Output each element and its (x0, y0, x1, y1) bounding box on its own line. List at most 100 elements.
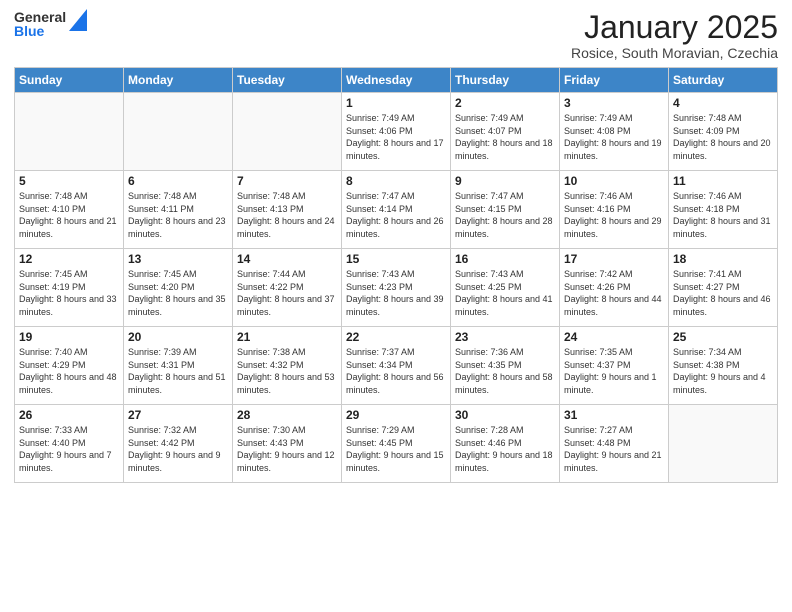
month-title: January 2025 (571, 10, 778, 45)
day-number: 30 (455, 408, 555, 422)
calendar-cell: 12 Sunrise: 7:45 AM Sunset: 4:19 PM Dayli… (15, 249, 124, 327)
day-info: Sunrise: 7:30 AM Sunset: 4:43 PM Dayligh… (237, 424, 337, 474)
calendar-cell: 11Sunrise: 7:46 AM Sunset: 4:18 PM Dayli… (669, 171, 778, 249)
day-number: 7 (237, 174, 337, 188)
day-info: Sunrise: 7:48 AM Sunset: 4:10 PM Dayligh… (19, 190, 119, 240)
calendar-cell: 5 Sunrise: 7:48 AM Sunset: 4:10 PM Daylig… (15, 171, 124, 249)
day-info: Sunrise: 7:36 AM Sunset: 4:35 PM Dayligh… (455, 346, 555, 396)
header: General Blue January 2025 Rosice, South … (14, 10, 778, 61)
calendar-week-row: 12 Sunrise: 7:45 AM Sunset: 4:19 PM Dayli… (15, 249, 778, 327)
calendar-cell: 29 Sunrise: 7:29 AM Sunset: 4:45 PM Dayli… (342, 405, 451, 483)
calendar-table: Sunday Monday Tuesday Wednesday Thursday… (14, 67, 778, 483)
col-thursday: Thursday (451, 68, 560, 93)
col-friday: Friday (560, 68, 669, 93)
calendar-cell (124, 93, 233, 171)
calendar-cell: 8Sunrise: 7:47 AM Sunset: 4:14 PM Daylig… (342, 171, 451, 249)
col-sunday: Sunday (15, 68, 124, 93)
calendar-cell: 23 Sunrise: 7:36 AM Sunset: 4:35 PM Dayli… (451, 327, 560, 405)
day-number: 24 (564, 330, 664, 344)
day-info: Sunrise: 7:49 AM Sunset: 4:07 PM Dayligh… (455, 112, 555, 162)
day-info: Sunrise: 7:40 AM Sunset: 4:29 PM Dayligh… (19, 346, 119, 396)
calendar-cell: 6Sunrise: 7:48 AM Sunset: 4:11 PM Daylig… (124, 171, 233, 249)
title-block: January 2025 Rosice, South Moravian, Cze… (571, 10, 778, 61)
day-number: 17 (564, 252, 664, 266)
calendar-week-row: 19 Sunrise: 7:40 AM Sunset: 4:29 PM Dayli… (15, 327, 778, 405)
day-info: Sunrise: 7:27 AM Sunset: 4:48 PM Dayligh… (564, 424, 664, 474)
day-number: 27 (128, 408, 228, 422)
page-container: General Blue January 2025 Rosice, South … (0, 0, 792, 489)
day-number: 1 (346, 96, 446, 110)
calendar-cell: 21 Sunrise: 7:38 AM Sunset: 4:32 PM Dayli… (233, 327, 342, 405)
calendar-cell: 14Sunrise: 7:44 AM Sunset: 4:22 PM Dayli… (233, 249, 342, 327)
day-number: 4 (673, 96, 773, 110)
col-saturday: Saturday (669, 68, 778, 93)
calendar-cell: 1 Sunrise: 7:49 AM Sunset: 4:06 PM Daylig… (342, 93, 451, 171)
day-info: Sunrise: 7:48 AM Sunset: 4:13 PM Dayligh… (237, 190, 337, 240)
calendar-cell: 15 Sunrise: 7:43 AM Sunset: 4:23 PM Dayli… (342, 249, 451, 327)
day-info: Sunrise: 7:33 AM Sunset: 4:40 PM Dayligh… (19, 424, 119, 474)
day-number: 19 (19, 330, 119, 344)
day-info: Sunrise: 7:32 AM Sunset: 4:42 PM Dayligh… (128, 424, 228, 474)
day-info: Sunrise: 7:42 AM Sunset: 4:26 PM Dayligh… (564, 268, 664, 318)
day-number: 16 (455, 252, 555, 266)
day-info: Sunrise: 7:45 AM Sunset: 4:20 PM Dayligh… (128, 268, 228, 318)
day-number: 11 (673, 174, 773, 188)
day-number: 29 (346, 408, 446, 422)
day-number: 21 (237, 330, 337, 344)
logo-blue: Blue (14, 24, 66, 38)
calendar-cell: 9 Sunrise: 7:47 AM Sunset: 4:15 PM Daylig… (451, 171, 560, 249)
day-info: Sunrise: 7:47 AM Sunset: 4:15 PM Dayligh… (455, 190, 555, 240)
logo-general: General (14, 10, 66, 24)
day-number: 2 (455, 96, 555, 110)
calendar-cell: 3Sunrise: 7:49 AM Sunset: 4:08 PM Daylig… (560, 93, 669, 171)
calendar-cell: 16 Sunrise: 7:43 AM Sunset: 4:25 PM Dayli… (451, 249, 560, 327)
day-info: Sunrise: 7:45 AM Sunset: 4:19 PM Dayligh… (19, 268, 119, 318)
day-info: Sunrise: 7:38 AM Sunset: 4:32 PM Dayligh… (237, 346, 337, 396)
calendar-week-row: 5 Sunrise: 7:48 AM Sunset: 4:10 PM Daylig… (15, 171, 778, 249)
calendar-cell: 22Sunrise: 7:37 AM Sunset: 4:34 PM Dayli… (342, 327, 451, 405)
day-info: Sunrise: 7:29 AM Sunset: 4:45 PM Dayligh… (346, 424, 446, 474)
calendar-cell: 30 Sunrise: 7:28 AM Sunset: 4:46 PM Dayli… (451, 405, 560, 483)
calendar-cell: 7 Sunrise: 7:48 AM Sunset: 4:13 PM Daylig… (233, 171, 342, 249)
location: Rosice, South Moravian, Czechia (571, 45, 778, 61)
calendar-cell (233, 93, 342, 171)
day-info: Sunrise: 7:49 AM Sunset: 4:06 PM Dayligh… (346, 112, 446, 162)
day-info: Sunrise: 7:49 AM Sunset: 4:08 PM Dayligh… (564, 112, 664, 162)
day-number: 23 (455, 330, 555, 344)
day-number: 26 (19, 408, 119, 422)
calendar-cell: 20 Sunrise: 7:39 AM Sunset: 4:31 PM Dayli… (124, 327, 233, 405)
calendar-cell (669, 405, 778, 483)
day-number: 13 (128, 252, 228, 266)
day-info: Sunrise: 7:46 AM Sunset: 4:16 PM Dayligh… (564, 190, 664, 240)
calendar-cell: 26 Sunrise: 7:33 AM Sunset: 4:40 PM Dayli… (15, 405, 124, 483)
calendar-header-row: Sunday Monday Tuesday Wednesday Thursday… (15, 68, 778, 93)
day-number: 9 (455, 174, 555, 188)
day-number: 28 (237, 408, 337, 422)
day-number: 12 (19, 252, 119, 266)
day-info: Sunrise: 7:43 AM Sunset: 4:25 PM Dayligh… (455, 268, 555, 318)
day-number: 20 (128, 330, 228, 344)
day-number: 15 (346, 252, 446, 266)
day-info: Sunrise: 7:47 AM Sunset: 4:14 PM Dayligh… (346, 190, 446, 240)
day-info: Sunrise: 7:39 AM Sunset: 4:31 PM Dayligh… (128, 346, 228, 396)
calendar-cell: 18Sunrise: 7:41 AM Sunset: 4:27 PM Dayli… (669, 249, 778, 327)
calendar-cell: 10 Sunrise: 7:46 AM Sunset: 4:16 PM Dayli… (560, 171, 669, 249)
calendar-cell: 31Sunrise: 7:27 AM Sunset: 4:48 PM Dayli… (560, 405, 669, 483)
day-number: 10 (564, 174, 664, 188)
day-number: 5 (19, 174, 119, 188)
day-number: 18 (673, 252, 773, 266)
day-info: Sunrise: 7:34 AM Sunset: 4:38 PM Dayligh… (673, 346, 773, 396)
calendar-cell: 2 Sunrise: 7:49 AM Sunset: 4:07 PM Daylig… (451, 93, 560, 171)
logo-triangle-icon (69, 9, 87, 31)
calendar-cell (15, 93, 124, 171)
day-number: 22 (346, 330, 446, 344)
day-info: Sunrise: 7:28 AM Sunset: 4:46 PM Dayligh… (455, 424, 555, 474)
calendar-cell: 27 Sunrise: 7:32 AM Sunset: 4:42 PM Dayli… (124, 405, 233, 483)
day-info: Sunrise: 7:35 AM Sunset: 4:37 PM Dayligh… (564, 346, 664, 396)
col-monday: Monday (124, 68, 233, 93)
day-info: Sunrise: 7:43 AM Sunset: 4:23 PM Dayligh… (346, 268, 446, 318)
col-wednesday: Wednesday (342, 68, 451, 93)
day-number: 6 (128, 174, 228, 188)
calendar-cell: 25Sunrise: 7:34 AM Sunset: 4:38 PM Dayli… (669, 327, 778, 405)
day-number: 14 (237, 252, 337, 266)
